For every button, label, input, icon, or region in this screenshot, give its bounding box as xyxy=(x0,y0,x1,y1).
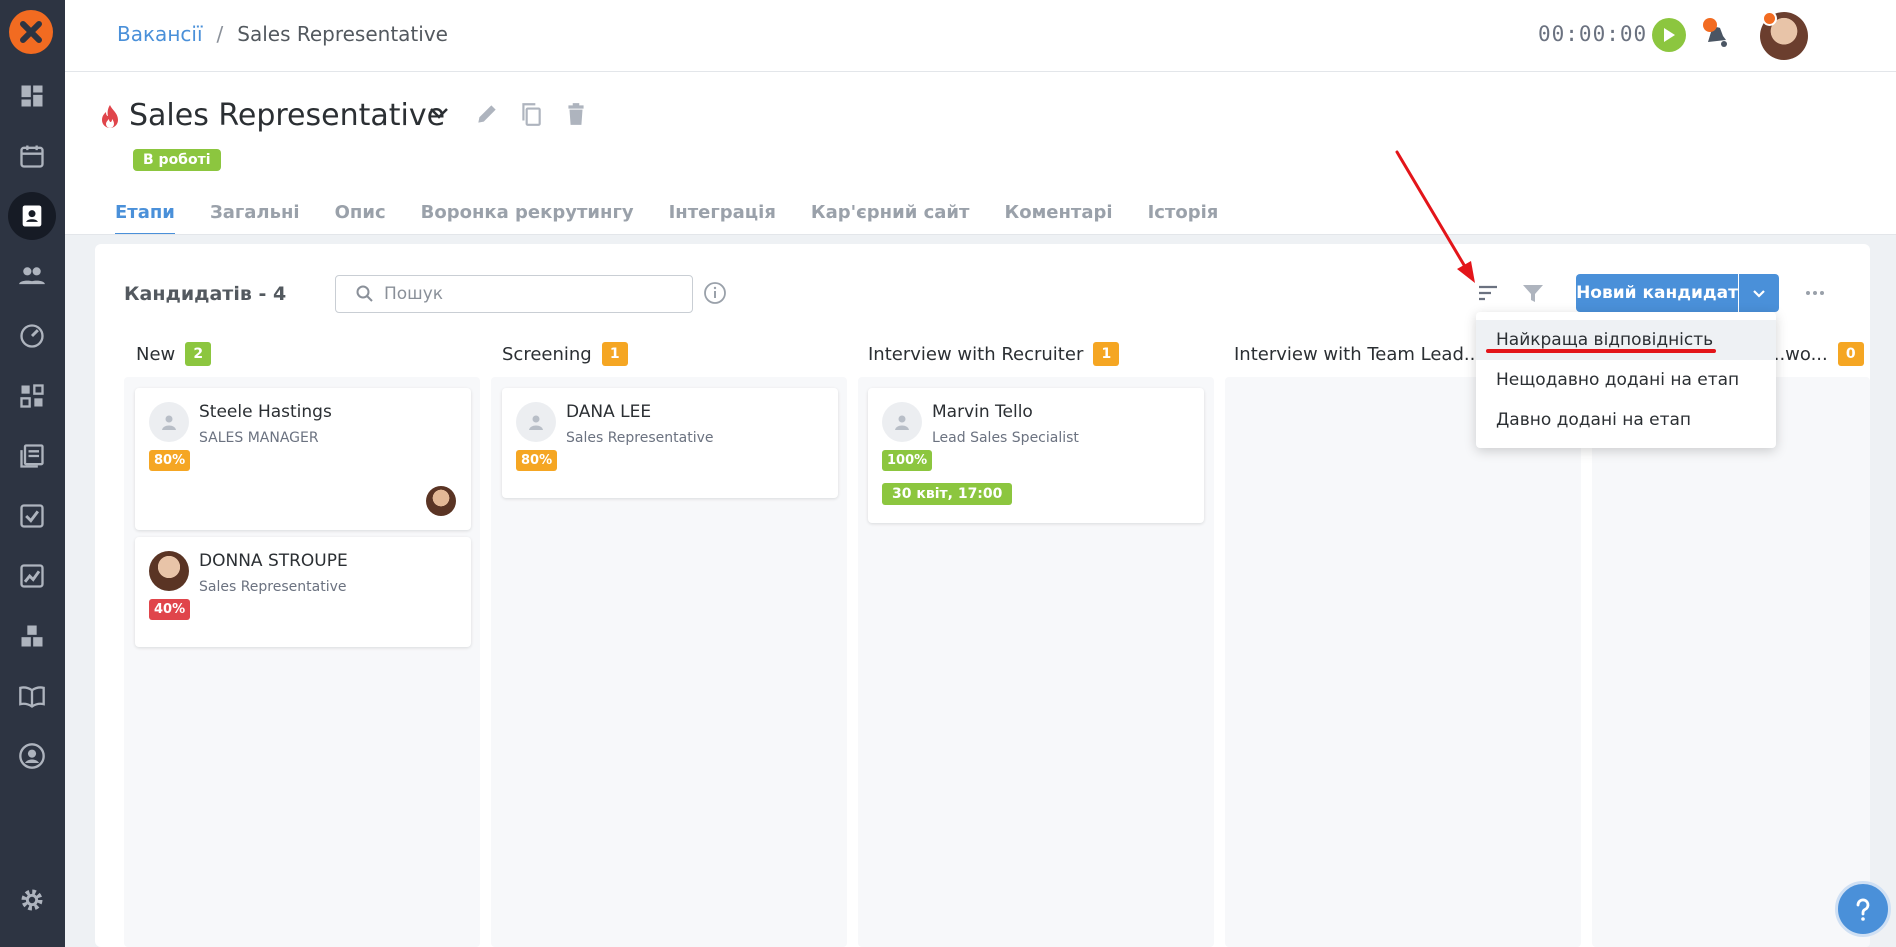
candidate-card[interactable]: DONNA STROUPE Sales Representative 40% xyxy=(135,537,471,647)
candidate-name[interactable]: DONNA STROUPE xyxy=(199,551,348,571)
search-input[interactable] xyxy=(384,284,664,304)
library-icon[interactable] xyxy=(14,438,50,474)
candidates-icon[interactable] xyxy=(14,258,50,294)
page-title: Sales Representative xyxy=(129,98,446,133)
user-status-badge xyxy=(1762,11,1777,26)
column-header: Interview with Recruiter 1 xyxy=(868,342,1120,366)
more-options-icon[interactable] xyxy=(1800,282,1830,304)
copy-icon[interactable] xyxy=(518,101,544,127)
search-icon xyxy=(356,285,373,302)
timer-display: 00:00:00 xyxy=(1538,22,1648,46)
match-badge: 80% xyxy=(516,450,558,471)
candidate-name[interactable]: DANA LEE xyxy=(566,402,651,422)
chevron-down-icon[interactable] xyxy=(426,100,452,126)
candidate-card[interactable]: Marvin Tello Lead Sales Specialist 100% … xyxy=(868,388,1204,523)
tab-bar: Етапи Загальні Опис Воронка рекрутингу І… xyxy=(115,202,1218,236)
help-button[interactable] xyxy=(1835,881,1891,937)
person-icon xyxy=(149,402,189,442)
match-badge: 100% xyxy=(882,450,933,471)
vacancies-icon[interactable] xyxy=(8,192,56,240)
tab-stages[interactable]: Етапи xyxy=(115,202,175,236)
tab-comments[interactable]: Коментарі xyxy=(1004,202,1112,236)
match-badge: 40% xyxy=(149,599,191,620)
knowledge-base-icon[interactable] xyxy=(14,678,50,714)
column-last xyxy=(1592,377,1870,947)
sort-icon[interactable] xyxy=(1475,280,1501,306)
info-icon[interactable] xyxy=(703,281,727,305)
candidate-position: SALES MANAGER xyxy=(199,430,319,446)
column-header: Interview with Team Lead... 0 xyxy=(1234,342,1518,366)
interview-date-badge[interactable]: 30 квіт, 17:00 xyxy=(882,483,1013,505)
candidate-name[interactable]: Marvin Tello xyxy=(932,402,1033,422)
workflow-icon[interactable] xyxy=(14,378,50,414)
sort-option-best-match[interactable]: Найкраща відповідність xyxy=(1476,320,1776,360)
candidate-position: Sales Representative xyxy=(199,579,347,595)
tab-history[interactable]: Історія xyxy=(1148,202,1219,236)
column-title: ...wo... xyxy=(1768,343,1828,365)
tab-description[interactable]: Опис xyxy=(335,202,386,236)
column-count-badge: 0 xyxy=(1837,342,1864,366)
tab-general[interactable]: Загальні xyxy=(210,202,300,236)
timer-play-button[interactable] xyxy=(1652,18,1686,52)
breadcrumb-separator: / xyxy=(216,22,224,46)
settings-icon[interactable] xyxy=(14,882,50,918)
sort-option-recently-added[interactable]: Нещодавно додані на етап xyxy=(1476,360,1776,400)
calendar-icon[interactable] xyxy=(14,138,50,174)
tasks-icon[interactable] xyxy=(14,498,50,534)
tab-career-site[interactable]: Кар'єрний сайт xyxy=(811,202,970,236)
highlight-underline xyxy=(1486,349,1716,353)
breadcrumb-vacancies-link[interactable]: Вакансії xyxy=(117,22,203,46)
edit-icon[interactable] xyxy=(474,101,500,127)
column-count-badge: 1 xyxy=(1093,342,1120,366)
candidate-card[interactable]: Steele Hastings SALES MANAGER 80% xyxy=(135,388,471,530)
column-header: ...wo... 0 xyxy=(1768,342,1864,366)
sidebar xyxy=(0,0,65,947)
tab-integration[interactable]: Інтеграція xyxy=(669,202,776,236)
analytics-icon[interactable] xyxy=(14,558,50,594)
candidate-position: Sales Representative xyxy=(566,430,714,446)
dashboard-icon[interactable] xyxy=(14,78,50,114)
column-interview-team-lead xyxy=(1225,377,1581,947)
column-title: New xyxy=(136,343,176,365)
filter-icon[interactable] xyxy=(1520,281,1546,307)
column-header: New 2 xyxy=(136,342,212,366)
tab-recruiting-funnel[interactable]: Воронка рекрутингу xyxy=(421,202,634,236)
candidates-count: Кандидатів - 4 xyxy=(124,283,287,305)
person-icon xyxy=(516,402,556,442)
column-count-badge: 2 xyxy=(185,342,212,366)
delete-icon[interactable] xyxy=(563,101,589,127)
recruiter-avatar xyxy=(426,486,456,516)
column-title: Interview with Team Lead... xyxy=(1234,343,1482,365)
column-title: Screening xyxy=(502,343,592,365)
column-count-badge: 1 xyxy=(601,342,628,366)
person-icon xyxy=(882,402,922,442)
candidate-position: Lead Sales Specialist xyxy=(932,430,1079,446)
breadcrumb: Вакансії / Sales Representative xyxy=(117,22,448,46)
column-title: Interview with Recruiter xyxy=(868,343,1084,365)
breadcrumb-current: Sales Representative xyxy=(237,22,448,46)
play-icon xyxy=(1664,28,1675,42)
status-badge: В роботі xyxy=(133,149,221,171)
candidate-name[interactable]: Steele Hastings xyxy=(199,402,332,422)
column-header: Screening 1 xyxy=(502,342,628,366)
profile-icon[interactable] xyxy=(14,738,50,774)
hot-vacancy-fire-icon xyxy=(102,105,118,128)
new-candidate-button[interactable]: Новий кандидат xyxy=(1576,274,1738,312)
sort-dropdown-menu: Найкраща відповідність Нещодавно додані … xyxy=(1476,312,1776,448)
notification-badge xyxy=(1703,18,1717,32)
sort-option-long-ago-added[interactable]: Давно додані на етап xyxy=(1476,400,1776,440)
speedometer-icon[interactable] xyxy=(14,318,50,354)
search-box xyxy=(335,275,693,313)
question-icon xyxy=(1856,898,1870,921)
match-badge: 80% xyxy=(149,450,191,471)
inventory-icon[interactable] xyxy=(14,618,50,654)
chevron-down-icon xyxy=(1753,290,1765,298)
new-candidate-dropdown-button[interactable] xyxy=(1739,274,1779,312)
candidate-card[interactable]: DANA LEE Sales Representative 80% xyxy=(502,388,838,498)
candidate-photo xyxy=(149,551,189,591)
logo[interactable] xyxy=(9,10,53,54)
